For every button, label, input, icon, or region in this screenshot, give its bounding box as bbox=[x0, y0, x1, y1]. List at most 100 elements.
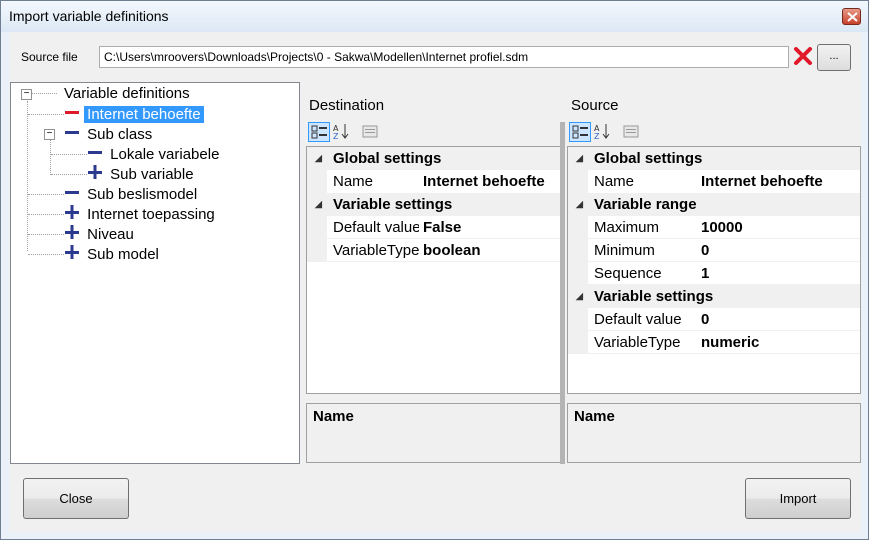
tree-line bbox=[28, 234, 64, 235]
tree-item-label: Internet behoefte bbox=[84, 105, 204, 123]
tree-line bbox=[50, 140, 51, 175]
collapse-triangle-icon[interactable]: ◢ bbox=[315, 147, 322, 170]
tree-line bbox=[28, 194, 64, 195]
property-row[interactable]: Default value False bbox=[307, 216, 561, 239]
tree-item-label: Sub beslismodel bbox=[87, 185, 198, 203]
import-button[interactable]: Import bbox=[745, 478, 851, 519]
property-value[interactable]: numeric bbox=[701, 331, 860, 354]
tree-line bbox=[28, 254, 64, 255]
property-value[interactable]: False bbox=[423, 216, 561, 239]
title-bar[interactable]: Import variable definitions bbox=[1, 1, 868, 32]
property-value[interactable]: Internet behoefte bbox=[423, 170, 561, 193]
property-value[interactable]: 0 bbox=[701, 308, 860, 331]
tree-line bbox=[51, 154, 87, 155]
category-row[interactable]: ◢ Variable settings bbox=[307, 193, 561, 216]
property-pages-icon[interactable] bbox=[360, 122, 382, 142]
row-gutter bbox=[568, 262, 588, 285]
collapse-triangle-icon[interactable]: ◢ bbox=[315, 193, 322, 216]
tree-item-sub-class[interactable]: Sub class bbox=[64, 124, 155, 144]
property-value[interactable]: Internet behoefte bbox=[701, 170, 860, 193]
tree-item-sub-variable[interactable]: Sub variable bbox=[87, 164, 197, 184]
svg-text:Z: Z bbox=[333, 132, 339, 140]
source-file-field[interactable]: C:\Users\mroovers\Downloads\Projects\0 -… bbox=[99, 46, 789, 68]
browse-button[interactable]: ... bbox=[817, 44, 851, 71]
close-button[interactable]: Close bbox=[23, 478, 129, 519]
categorized-icon[interactable] bbox=[569, 122, 591, 142]
plus-blue-icon bbox=[87, 164, 103, 186]
minus-blue-icon bbox=[87, 144, 103, 166]
destination-toolbar: AZ bbox=[306, 120, 560, 144]
property-row[interactable]: VariableType numeric bbox=[568, 331, 860, 354]
variable-tree[interactable]: − Variable definitions Internet behoefte… bbox=[10, 82, 300, 464]
svg-text:Z: Z bbox=[594, 132, 600, 140]
plus-blue-icon bbox=[64, 244, 80, 266]
categorized-icon[interactable] bbox=[308, 122, 330, 142]
source-property-grid: AZ ◢ Global settings Name Internet behoe… bbox=[567, 120, 861, 464]
property-value[interactable]: 1 bbox=[701, 262, 860, 285]
property-pages-icon[interactable] bbox=[621, 122, 643, 142]
collapse-triangle-icon[interactable]: ◢ bbox=[576, 285, 583, 308]
tree-root-label: Variable definitions bbox=[64, 85, 190, 102]
source-toolbar: AZ bbox=[567, 120, 861, 144]
minus-blue-icon bbox=[64, 124, 80, 146]
tree-item-sub-beslismodel[interactable]: Sub beslismodel bbox=[64, 184, 200, 204]
sub-class-expander-icon[interactable]: − bbox=[44, 129, 55, 140]
row-gutter bbox=[307, 216, 327, 239]
property-row[interactable]: Name Internet behoefte bbox=[568, 170, 860, 193]
destination-property-grid: AZ ◢ Global settings Name Internet behoe… bbox=[306, 120, 562, 464]
property-row[interactable]: Default value 0 bbox=[568, 308, 860, 331]
category-row[interactable]: ◢ Global settings bbox=[307, 147, 561, 170]
row-gutter bbox=[307, 239, 327, 262]
property-value[interactable]: 10000 bbox=[701, 216, 860, 239]
property-value[interactable]: 0 bbox=[701, 239, 860, 262]
collapse-triangle-icon[interactable]: ◢ bbox=[576, 193, 583, 216]
property-value[interactable]: boolean bbox=[423, 239, 561, 262]
destination-header: Destination bbox=[309, 97, 385, 114]
destination-grid[interactable]: ◢ Global settings Name Internet behoefte… bbox=[306, 146, 562, 394]
row-separator bbox=[327, 261, 561, 262]
tree-item-label: Lokale variabele bbox=[110, 145, 220, 163]
property-row[interactable]: Name Internet behoefte bbox=[307, 170, 561, 193]
source-description: Name bbox=[567, 403, 861, 463]
window-title: Import variable definitions bbox=[9, 8, 169, 24]
source-grid[interactable]: ◢ Global settings Name Internet behoefte… bbox=[567, 146, 861, 394]
property-row[interactable]: Maximum 10000 bbox=[568, 216, 860, 239]
dialog-client: Source file C:\Users\mroovers\Downloads\… bbox=[9, 32, 861, 532]
tree-root[interactable]: Variable definitions bbox=[61, 84, 193, 104]
property-row[interactable]: VariableType boolean bbox=[307, 239, 561, 262]
tree-line bbox=[28, 214, 64, 215]
category-row[interactable]: ◢ Variable range bbox=[568, 193, 860, 216]
sort-alpha-icon[interactable]: AZ bbox=[331, 122, 353, 142]
property-row[interactable]: Sequence 1 bbox=[568, 262, 860, 285]
category-row[interactable]: ◢ Variable settings bbox=[568, 285, 860, 308]
source-header: Source bbox=[571, 97, 619, 114]
category-label: Global settings bbox=[594, 150, 703, 167]
minus-blue-icon bbox=[64, 184, 80, 206]
source-file-label: Source file bbox=[21, 50, 78, 64]
category-label: Variable range bbox=[594, 196, 697, 213]
panel-splitter[interactable] bbox=[560, 122, 565, 464]
property-name: Maximum bbox=[594, 219, 660, 236]
window-close-button[interactable] bbox=[842, 8, 861, 25]
tree-item-sub-model[interactable]: Sub model bbox=[64, 244, 162, 264]
collapse-triangle-icon[interactable]: ◢ bbox=[576, 147, 583, 170]
tree-item-label: Sub class bbox=[87, 125, 153, 143]
tree-item-label: Internet toepassing bbox=[87, 205, 215, 223]
tree-item-internet-toepassing[interactable]: Internet toepassing bbox=[64, 204, 218, 224]
tree-item-niveau[interactable]: Niveau bbox=[64, 224, 137, 244]
category-row[interactable]: ◢ Global settings bbox=[568, 147, 860, 170]
tree-item-lokale-variabele[interactable]: Lokale variabele bbox=[87, 144, 222, 164]
tree-line bbox=[27, 101, 28, 251]
property-name: Sequence bbox=[594, 265, 662, 282]
row-gutter bbox=[568, 216, 588, 239]
row-gutter bbox=[568, 239, 588, 262]
tree-item-label: Sub model bbox=[87, 245, 159, 263]
tree-item-internet-behoefte[interactable]: Internet behoefte bbox=[64, 104, 204, 124]
clear-source-icon[interactable] bbox=[793, 47, 813, 70]
row-gutter bbox=[568, 331, 588, 354]
property-row[interactable]: Minimum 0 bbox=[568, 239, 860, 262]
sort-alpha-icon[interactable]: AZ bbox=[592, 122, 614, 142]
tree-item-label: Sub variable bbox=[110, 165, 194, 183]
root-expander-icon[interactable]: − bbox=[21, 89, 32, 100]
row-gutter bbox=[568, 170, 588, 193]
